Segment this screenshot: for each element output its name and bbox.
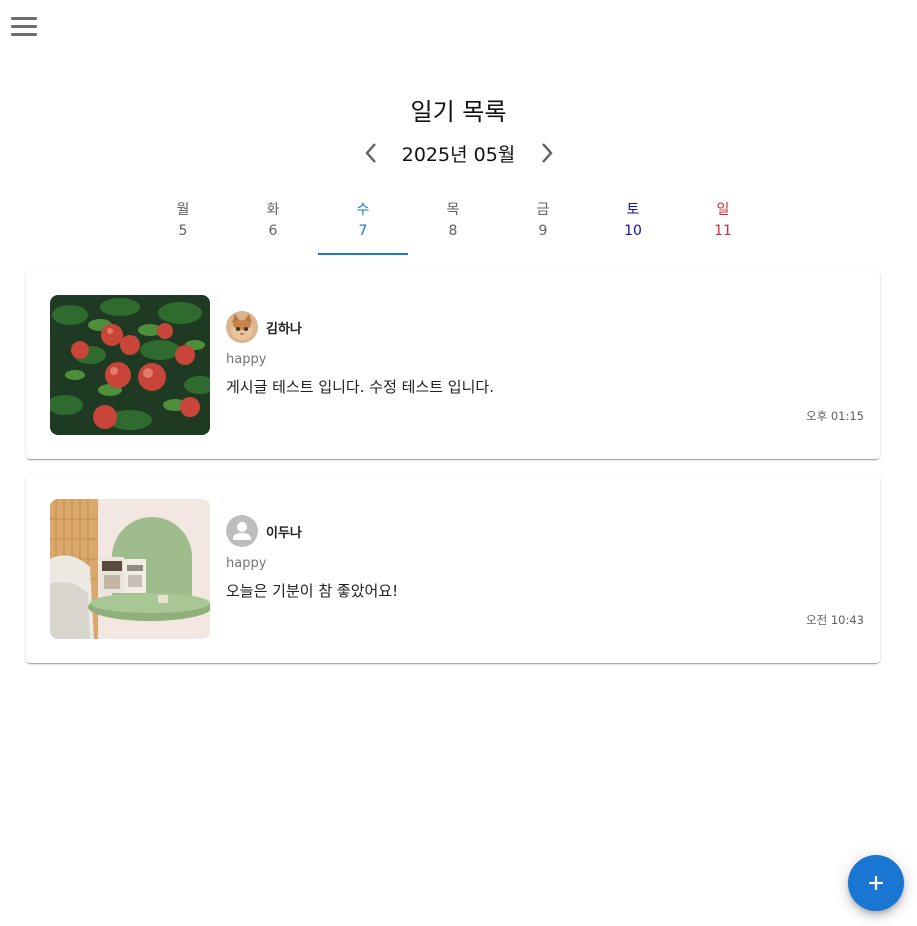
month-navigator: 2025년 05월 <box>0 138 917 168</box>
day-name: 화 <box>266 202 280 218</box>
day-name: 금 <box>536 202 550 218</box>
plus-icon <box>869 876 883 890</box>
entry-time: 오전 10:43 <box>806 613 864 627</box>
day-number: 9 <box>538 223 548 239</box>
week-day-tabs: 월 5 화 6 수 7 목 8 금 9 토 10 일 11 <box>138 196 768 256</box>
day-number: 7 <box>358 223 368 239</box>
chevron-left-icon <box>364 143 376 163</box>
entry-content: 게시글 테스트 입니다. 수정 테스트 입니다. <box>226 378 494 396</box>
entry-content: 오늘은 기분이 참 좋았어요! <box>226 582 399 600</box>
author-name: 김하나 <box>266 321 302 337</box>
avatar <box>226 311 258 343</box>
menu-icon[interactable] <box>6 10 42 42</box>
next-month-button[interactable] <box>527 138 567 168</box>
entry-time: 오후 01:15 <box>806 409 864 423</box>
author-row: 김하나 <box>226 311 302 343</box>
day-number: 11 <box>714 223 732 239</box>
author-name: 이두나 <box>266 525 302 541</box>
entry-mood: happy <box>226 556 267 571</box>
day-tab-thu[interactable]: 목 8 <box>408 196 498 255</box>
diary-list-page: 일기 목록 2025년 05월 월 5 화 6 수 7 목 8 금 9 토 10… <box>0 0 917 926</box>
author-row: 이두나 <box>226 515 302 547</box>
diary-entry-card[interactable]: 이두나 happy 오늘은 기분이 참 좋았어요! 오전 10:43 <box>26 475 880 663</box>
day-tab-sun[interactable]: 일 11 <box>678 196 768 255</box>
day-number: 8 <box>448 223 458 239</box>
day-tab-fri[interactable]: 금 9 <box>498 196 588 255</box>
day-name: 수 <box>356 202 370 218</box>
chevron-right-icon <box>541 143 553 163</box>
day-tab-wed[interactable]: 수 7 <box>318 196 408 255</box>
avatar <box>226 515 258 547</box>
current-month-label: 2025년 05월 <box>401 143 516 166</box>
default-person-icon <box>226 515 258 547</box>
prev-month-button[interactable] <box>351 138 391 168</box>
day-number: 6 <box>268 223 278 239</box>
day-name: 토 <box>626 202 640 218</box>
day-tab-mon[interactable]: 월 5 <box>138 196 228 255</box>
entry-mood: happy <box>226 352 267 367</box>
page-title: 일기 목록 <box>410 98 507 126</box>
day-name: 월 <box>176 202 190 218</box>
day-name: 목 <box>446 202 460 218</box>
kitten-photo <box>226 311 258 343</box>
add-entry-button[interactable] <box>848 855 904 911</box>
day-tab-tue[interactable]: 화 6 <box>228 196 318 255</box>
diary-entry-card[interactable]: 김하나 happy 게시글 테스트 입니다. 수정 테스트 입니다. 오후 01… <box>26 271 880 459</box>
day-number: 5 <box>178 223 188 239</box>
entry-thumbnail <box>50 499 210 639</box>
day-name: 일 <box>716 202 730 218</box>
bedside-shelf-photo <box>50 499 210 639</box>
day-number: 10 <box>624 223 642 239</box>
apple-tree-photo <box>50 295 210 435</box>
entry-thumbnail <box>50 295 210 435</box>
day-tab-sat[interactable]: 토 10 <box>588 196 678 255</box>
